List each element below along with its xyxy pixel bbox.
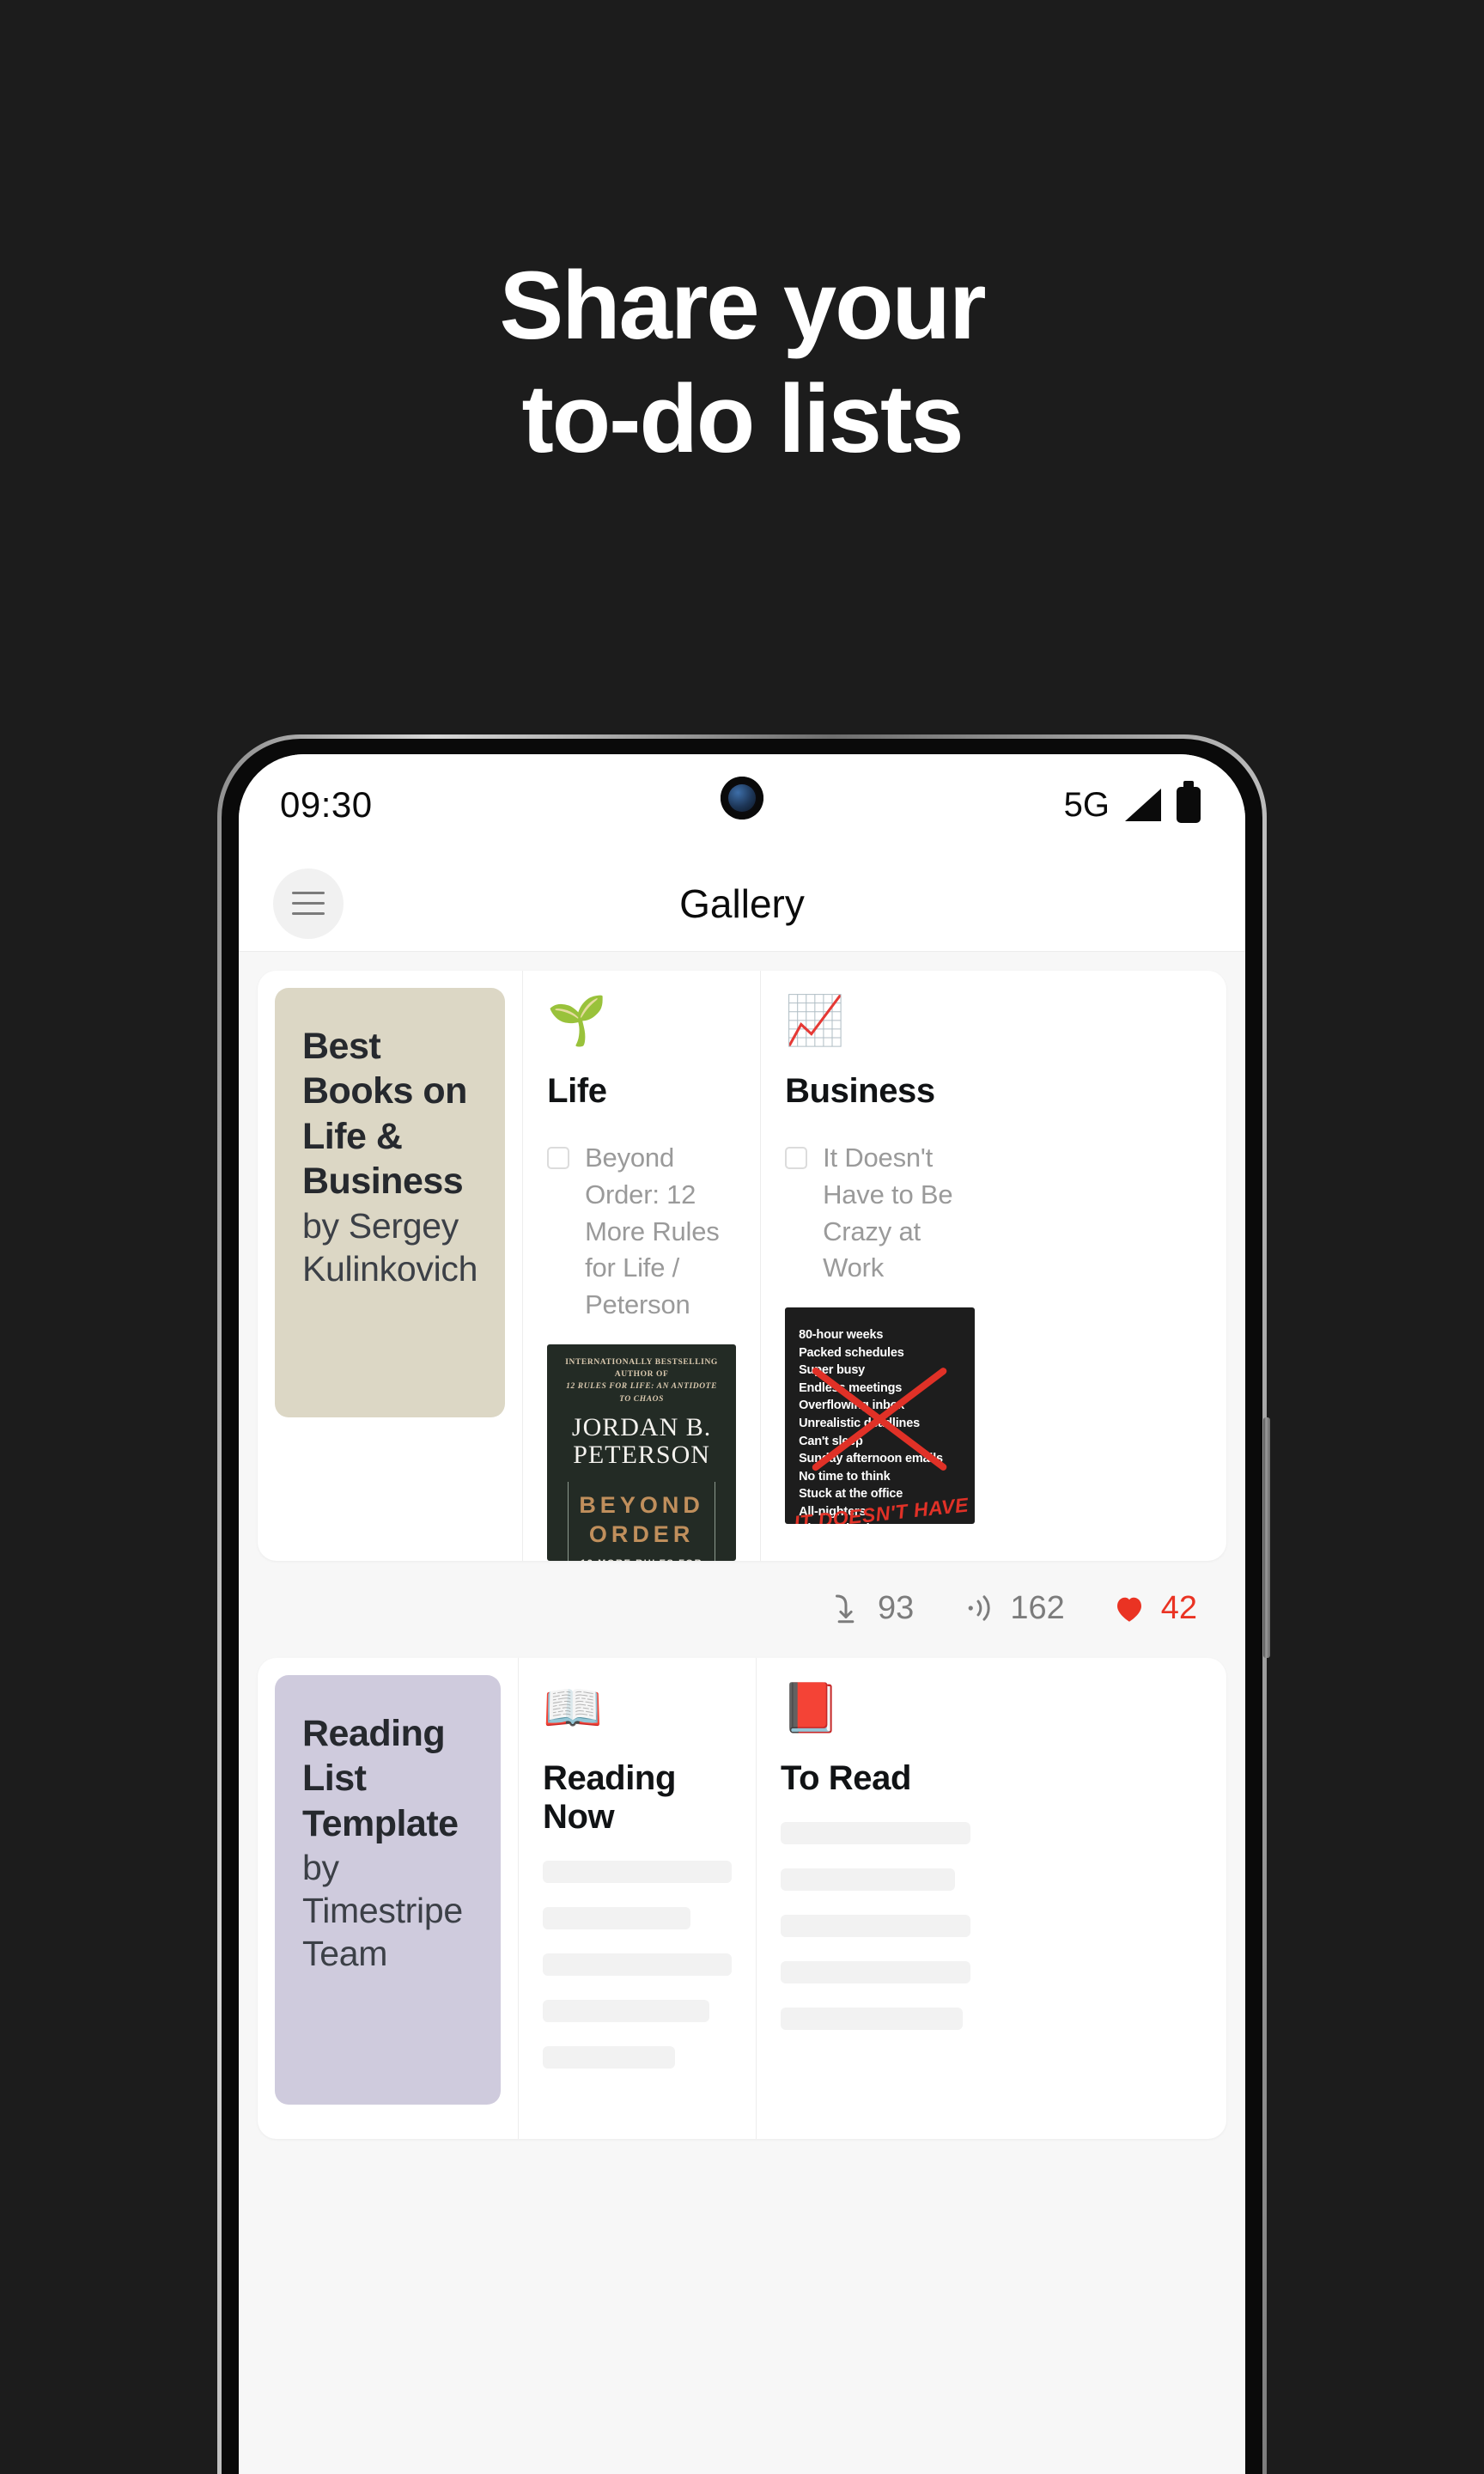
todo-checkbox[interactable] — [547, 1147, 570, 1169]
chart-increasing-icon: 📈 — [785, 993, 845, 1047]
skeleton-bar — [543, 1906, 690, 1929]
page-title: Gallery — [679, 881, 805, 926]
app-bar: Gallery — [239, 856, 1245, 952]
promo-screenshot: Share your to-do lists 09:30 5G Gallery … — [0, 0, 1484, 2474]
board-column-business[interactable]: 📈 Business It Doesn't Have to Be Crazy a… — [761, 971, 999, 1561]
skeleton-bar — [543, 2045, 675, 2069]
open-book-icon: 📖 — [543, 1679, 603, 1734]
book-cover-subtitle: 12 MORE RULES FOR LIFE — [569, 1558, 715, 1561]
stat-likes-value: 42 — [1160, 1589, 1197, 1626]
seedling-icon: 🌱 — [547, 993, 607, 1047]
skeleton-list — [781, 1821, 970, 2030]
column-title: Life — [547, 1072, 607, 1110]
promo-headline: Share your to-do lists — [0, 249, 1484, 476]
stat-likes[interactable]: 42 — [1111, 1590, 1197, 1627]
book-cover-crazy-at-work: 80-hour weeks Packed schedules Super bus… — [785, 1307, 976, 1525]
phone-side-button[interactable] — [1263, 1417, 1270, 1658]
todo-item[interactable]: Beyond Order: 12 More Rules for Life / P… — [547, 1140, 736, 1324]
hamburger-menu-icon[interactable] — [273, 868, 344, 939]
status-indicators: 5G — [1063, 781, 1201, 825]
phone-mockup: 09:30 5G Gallery Best Books on Life & Bu… — [217, 734, 1267, 2474]
book-cover-beyond-order: INTERNATIONALLY BESTSELLING AUTHOR OF 12… — [547, 1344, 737, 1561]
broadcast-icon — [968, 1595, 990, 1621]
card-cover-author: by Sergey Kulinkovich — [302, 1205, 478, 1289]
signal-bars-icon — [1125, 789, 1161, 821]
skeleton-bar — [781, 2007, 964, 2030]
skeleton-bar — [543, 1953, 732, 1976]
skeleton-bar — [543, 1999, 709, 2022]
gallery-scroll-area[interactable]: Best Books on Life & Business by Sergey … — [239, 952, 1245, 2474]
book-cover-kicker-line-1: INTERNATIONALLY BESTSELLING AUTHOR OF — [565, 1357, 718, 1380]
book-cover-title-line-2: ORDER — [588, 1521, 695, 1548]
board-column-life[interactable]: 🌱 Life Beyond Order: 12 More Rules for L… — [523, 971, 762, 1561]
book-cover-kicker: INTERNATIONALLY BESTSELLING AUTHOR OF 12… — [559, 1356, 724, 1405]
status-time: 09:30 — [280, 784, 373, 825]
stat-views[interactable]: 162 — [960, 1589, 1065, 1627]
column-title: To Read — [781, 1758, 912, 1797]
status-network-label: 5G — [1063, 785, 1110, 824]
closed-book-icon: 📕 — [781, 1679, 841, 1734]
menu-line — [292, 902, 325, 905]
card-cover-title: Reading List Template — [302, 1712, 459, 1844]
book-cover-author-line-2: PETERSON — [573, 1441, 710, 1470]
board-column-reading-now[interactable]: 📖 Reading Now — [519, 1657, 757, 2139]
phone-bezel: 09:30 5G Gallery Best Books on Life & Bu… — [222, 739, 1262, 2474]
skeleton-bar — [781, 1960, 970, 1983]
book-cover-frame: BEYOND ORDER 12 MORE RULES FOR LIFE — [568, 1481, 716, 1561]
card-cover-column[interactable]: Reading List Template by Timestripe Team — [258, 1657, 519, 2139]
book-cover-author-line-1: JORDAN B. — [571, 1412, 712, 1441]
skeleton-bar — [781, 1914, 970, 1937]
card-cover-column[interactable]: Best Books on Life & Business by Sergey … — [258, 971, 524, 1561]
front-camera-icon — [721, 777, 763, 820]
board-column-to-read[interactable]: 📕 To Read — [757, 1658, 994, 2139]
skeleton-bar — [781, 1868, 956, 1891]
column-title: Reading Now — [543, 1758, 676, 1836]
menu-line — [292, 912, 325, 915]
card-cover-tile: Best Books on Life & Business by Sergey … — [275, 988, 506, 1417]
skeleton-bar — [543, 1860, 732, 1883]
book-cover-author: JORDAN B. PETERSON — [559, 1412, 724, 1470]
headline-line-1: Share your — [499, 252, 986, 359]
status-bar: 09:30 5G — [239, 754, 1245, 856]
todo-label: Beyond Order: 12 More Rules for Life / P… — [585, 1143, 720, 1320]
skeleton-bar — [781, 1821, 970, 1844]
battery-full-icon — [1177, 781, 1201, 823]
skeleton-list — [543, 1860, 732, 2069]
todo-item[interactable]: It Doesn't Have to Be Crazy at Work — [785, 1140, 975, 1287]
card-cover-author: by Timestripe Team — [302, 1848, 463, 1974]
stat-downloads[interactable]: 93 — [828, 1590, 914, 1627]
gallery-card[interactable]: Best Books on Life & Business by Sergey … — [258, 971, 1226, 1561]
phone-screen: 09:30 5G Gallery Best Books on Life & Bu… — [239, 754, 1245, 2474]
scroll-spacer — [239, 2139, 1245, 2148]
heart-filled-icon — [1116, 1598, 1141, 1623]
column-title: Business — [785, 1072, 935, 1110]
book-cover-title-line-1: BEYOND — [579, 1491, 704, 1518]
book-cover-kicker-line-2: 12 RULES FOR LIFE: AN ANTIDOTE TO CHAOS — [566, 1382, 718, 1404]
todo-checkbox[interactable] — [785, 1147, 808, 1169]
gallery-card[interactable]: Reading List Template by Timestripe Team… — [258, 1657, 1226, 2139]
stat-downloads-value: 93 — [878, 1589, 915, 1626]
todo-label: It Doesn't Have to Be Crazy at Work — [823, 1143, 953, 1283]
menu-line — [292, 892, 325, 894]
stat-views-value: 162 — [1010, 1589, 1065, 1626]
headline-line-2: to-do lists — [521, 365, 964, 473]
card-cover-tile: Reading List Template by Timestripe Team — [275, 1674, 501, 2105]
card-cover-title: Best Books on Life & Business — [302, 1026, 467, 1203]
book-cover-list: 80-hour weeks Packed schedules Super bus… — [799, 1328, 943, 1524]
download-arrow-icon — [836, 1594, 855, 1624]
card-stats-row: 93 162 42 — [239, 1561, 1245, 1658]
